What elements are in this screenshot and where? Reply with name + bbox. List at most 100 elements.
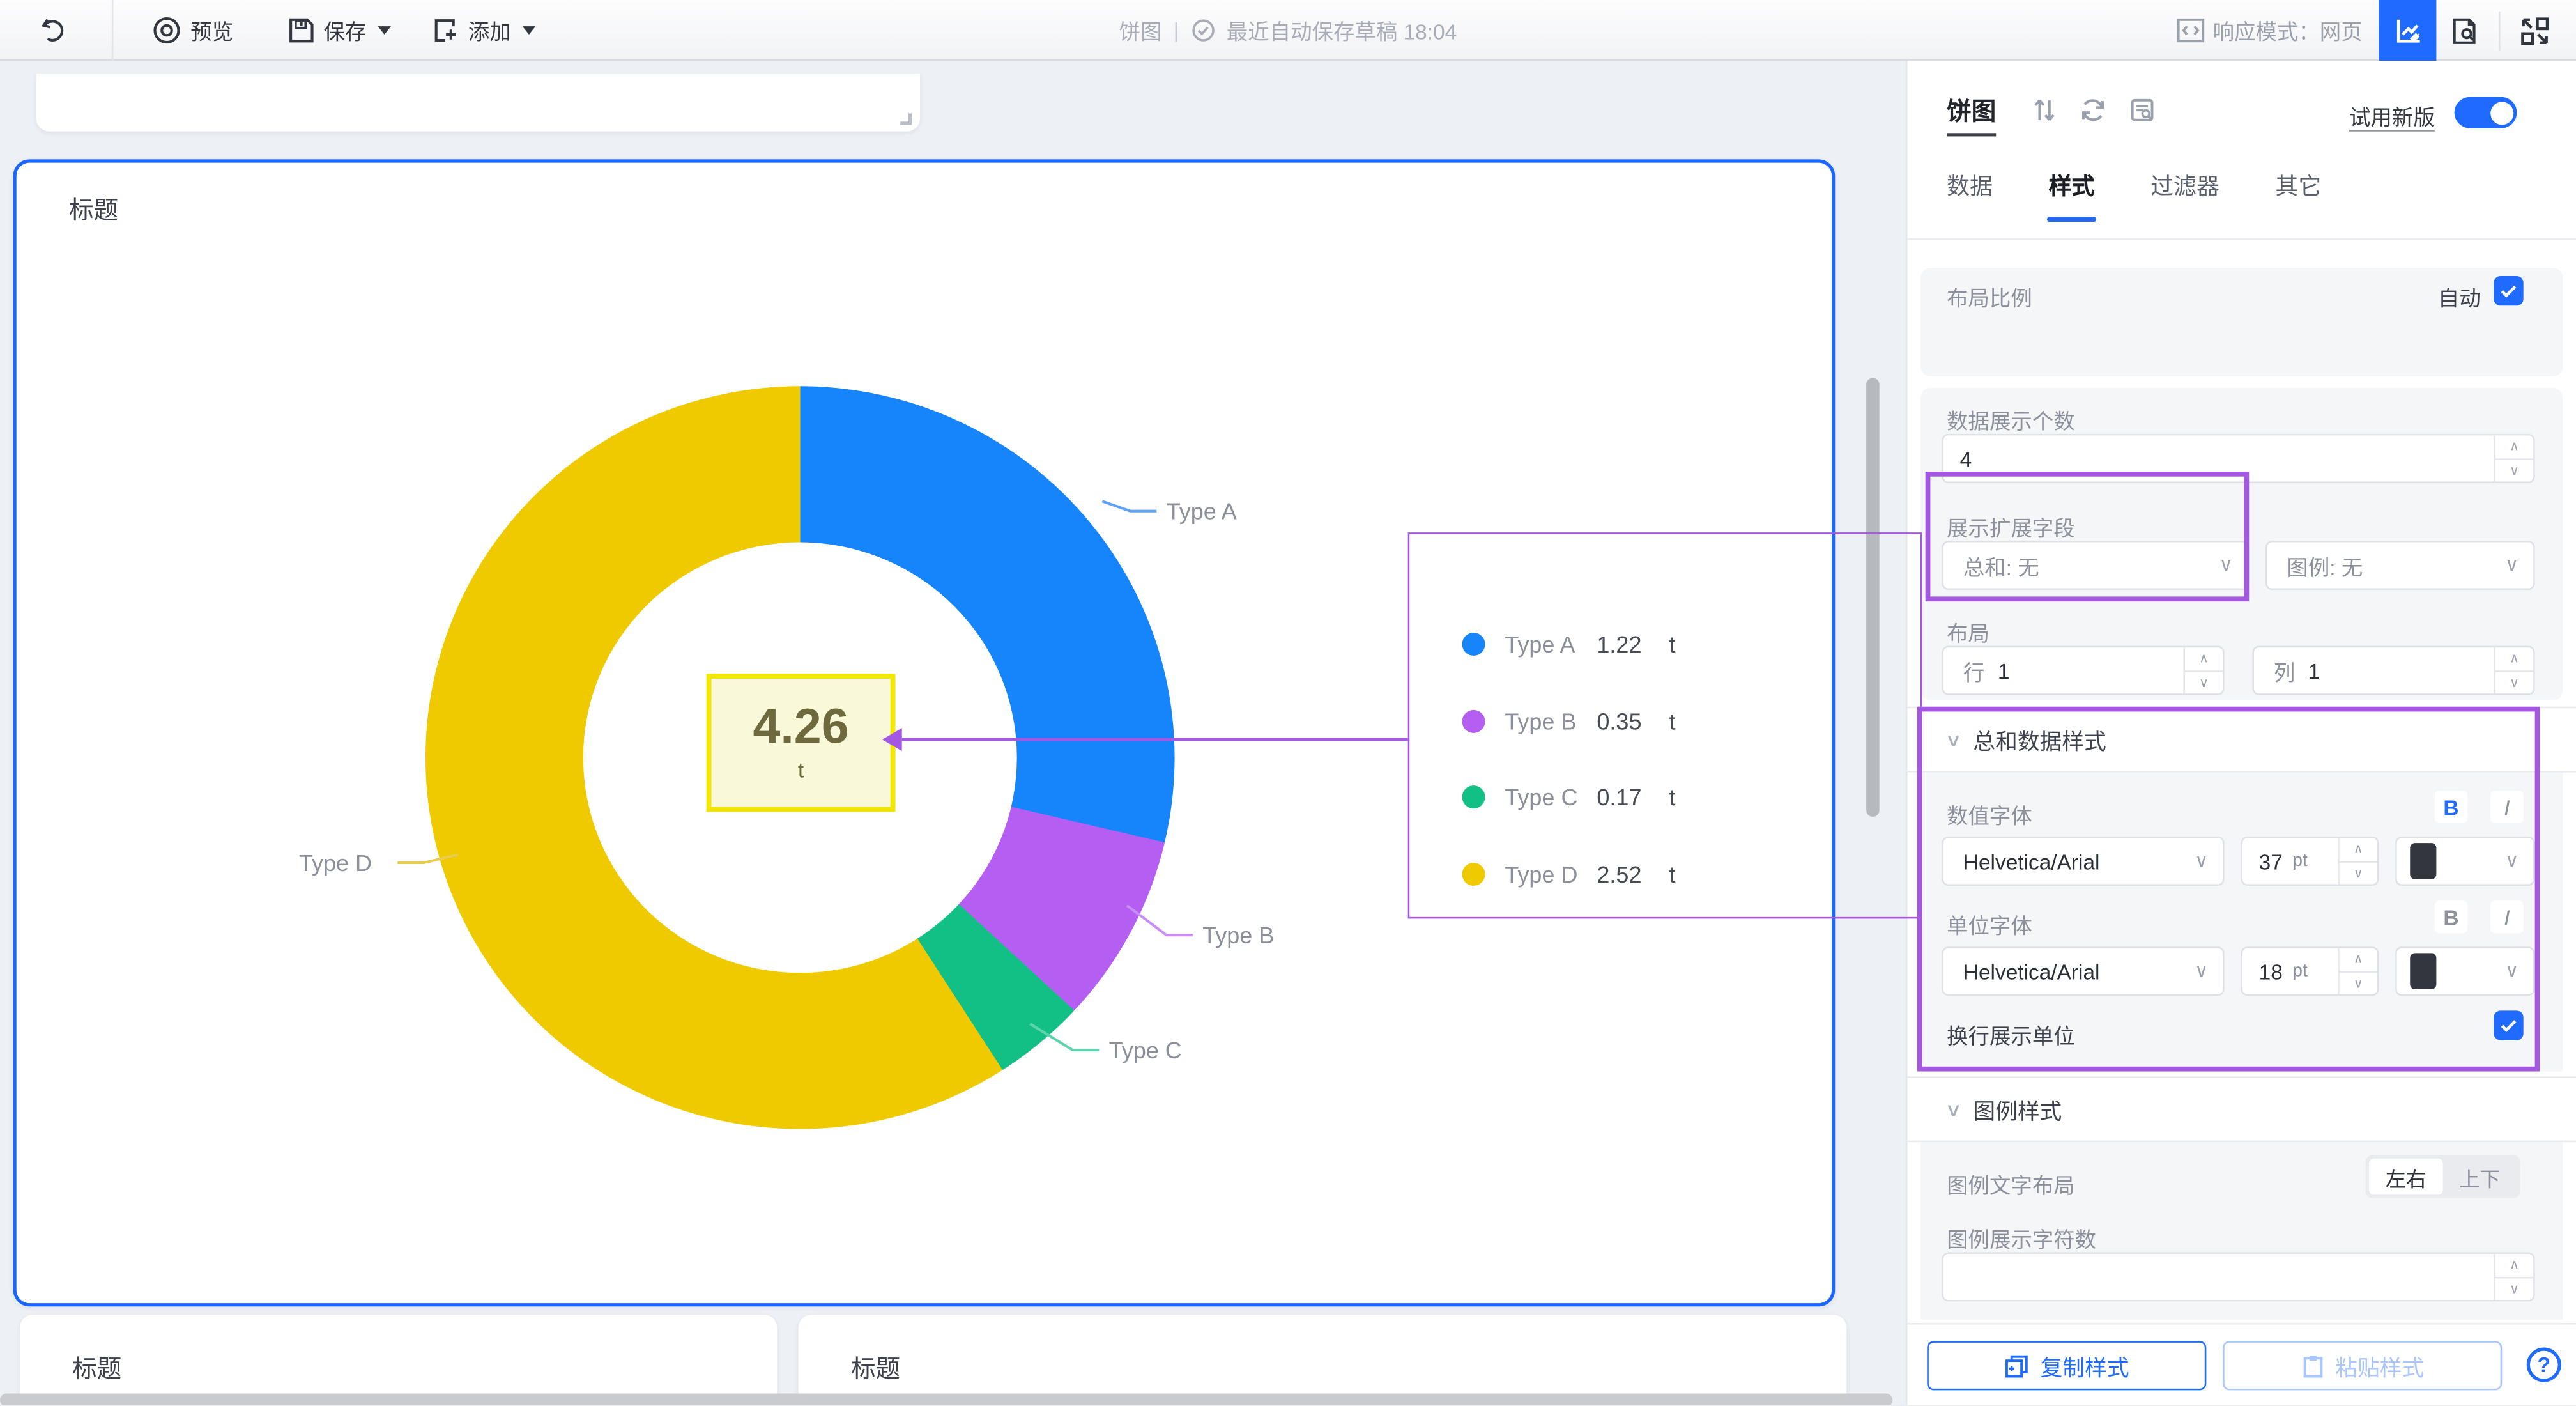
document-title: 饼图 — [1119, 15, 1162, 46]
wrap-unit-checkbox[interactable] — [2494, 1010, 2523, 1040]
legend-style-section-header[interactable]: ∨ 图例样式 — [1907, 1076, 2576, 1142]
value-font-size: 37 — [2259, 849, 2283, 874]
tab-filter[interactable]: 过滤器 — [2150, 169, 2220, 222]
tab-other[interactable]: 其它 — [2275, 169, 2321, 222]
chevron-down-icon: ∨ — [2195, 851, 2208, 872]
layout-lr-option[interactable]: 左右 — [2369, 1159, 2443, 1195]
value-font-size-input[interactable]: 37 pt ∧∨ — [2241, 837, 2379, 886]
legend-item[interactable]: Type B0.35t — [1462, 683, 1824, 759]
legend-dot-icon — [1462, 862, 1485, 885]
col-label: 列 — [2274, 655, 2295, 686]
unit-italic-button[interactable]: I — [2490, 900, 2523, 933]
chart-edit-icon — [2393, 15, 2422, 45]
tab-style[interactable]: 样式 — [2049, 169, 2095, 222]
page-preview-button[interactable] — [2436, 0, 2492, 61]
value-color-swatch — [2410, 843, 2436, 879]
sum-style-title: 总和数据样式 — [1973, 723, 2106, 755]
legend-item[interactable]: Type A1.22t — [1462, 606, 1824, 683]
top-toolbar: 预览 保存 添加 饼图 | 最近自动保存草稿 18:04 响应模式：网页 — [0, 0, 2576, 61]
refresh-icon[interactable] — [2080, 97, 2106, 123]
panel-title: 饼图 — [1947, 94, 1996, 137]
legend-field-dropdown[interactable]: 图例: 无 ∨ — [2266, 541, 2535, 590]
try-new-version-link[interactable]: 试用新版 — [2349, 100, 2435, 132]
horizontal-scrollbar[interactable] — [0, 1394, 1892, 1406]
legend-value: 1.22 — [1597, 631, 1669, 658]
collapse-chevron-icon: ∨ — [1945, 729, 1962, 750]
editor-canvas[interactable]: 标题 Type A Type B Type C Type D 4.26 t Ty… — [0, 61, 1906, 1405]
char-count-stepper[interactable]: ∧∨ — [2494, 1254, 2533, 1300]
unit-font-size-input[interactable]: 18 pt ∧∨ — [2241, 946, 2379, 996]
legend-value: 2.52 — [1597, 861, 1669, 887]
pie-chart-card[interactable]: 标题 Type A Type B Type C Type D 4.26 t Ty… — [13, 159, 1836, 1306]
paste-style-button[interactable]: 粘贴样式 — [2223, 1341, 2502, 1390]
unit-color-dropdown[interactable]: ∨ — [2395, 946, 2535, 996]
chart-legend: Type A1.22tType B0.35tType C0.17tType D2… — [1462, 606, 1824, 912]
legend-label: Type A — [1505, 631, 1597, 658]
layout-tb-option[interactable]: 上下 — [2443, 1159, 2517, 1195]
unit-font-dropdown[interactable]: Helvetica/Arial ∨ — [1942, 946, 2224, 996]
check-icon — [2499, 1016, 2518, 1035]
data-count-value: 4 — [1960, 446, 1972, 471]
pt-label: pt — [2292, 961, 2308, 981]
chart-edit-mode-button[interactable] — [2379, 0, 2436, 61]
legend-value: 0.35 — [1597, 708, 1669, 734]
legend-text-layout-segment: 左右 上下 — [2366, 1155, 2520, 1198]
legend-item[interactable]: Type C0.17t — [1462, 759, 1824, 836]
value-bold-button[interactable]: B — [2435, 791, 2467, 823]
bottom-card-1[interactable]: 标题 — [20, 1315, 777, 1405]
fullscreen-button[interactable] — [2507, 0, 2563, 61]
col-count-input[interactable]: 列 1 ∧∨ — [2252, 646, 2534, 695]
value-size-stepper[interactable]: ∧∨ — [2338, 838, 2377, 884]
legend-field-value: 图例: 无 — [2287, 550, 2363, 581]
value-font-dropdown[interactable]: Helvetica/Arial ∨ — [1942, 837, 2224, 886]
ext-fields-label: 展示扩展字段 — [1947, 511, 2075, 543]
data-count-stepper[interactable]: ∧∨ — [2494, 435, 2533, 481]
legend-char-count-input[interactable]: ∧∨ — [1942, 1252, 2534, 1301]
chevron-down-icon: ∨ — [2505, 851, 2518, 872]
value-italic-button[interactable]: I — [2490, 791, 2523, 823]
panel-footer: 复制样式 粘贴样式 ? — [1907, 1323, 2576, 1406]
chart-list-search-icon[interactable] — [2129, 97, 2156, 123]
copy-style-button[interactable]: 复制样式 — [1927, 1341, 2206, 1390]
data-count-input[interactable]: 4 ∧∨ — [1942, 434, 2534, 483]
help-button[interactable]: ? — [2527, 1348, 2561, 1382]
document-search-icon — [2450, 15, 2479, 45]
col-stepper[interactable]: ∧∨ — [2494, 647, 2533, 693]
value-color-dropdown[interactable]: ∨ — [2395, 837, 2535, 886]
legend-dot-icon — [1462, 786, 1485, 809]
response-mode[interactable]: 响应模式：网页 — [2177, 0, 2379, 61]
copy-style-label: 复制样式 — [2041, 1349, 2129, 1382]
row-count-input[interactable]: 行 1 ∧∨ — [1942, 646, 2224, 695]
legend-item[interactable]: Type D2.52t — [1462, 836, 1824, 913]
col-value: 1 — [2308, 658, 2320, 683]
legend-dot-icon — [1462, 633, 1485, 656]
auto-ratio-checkbox[interactable] — [2494, 276, 2523, 305]
check-icon — [2499, 281, 2518, 301]
data-count-label: 数据展示个数 — [1947, 405, 2075, 436]
sum-field-dropdown[interactable]: 总和: 无 ∨ — [1942, 541, 2249, 590]
sum-style-section-header[interactable]: ∨ 总和数据样式 — [1907, 707, 2576, 773]
unit-font-size: 18 — [2259, 959, 2283, 984]
unit-bold-button[interactable]: B — [2435, 900, 2467, 933]
layout-label: 布局 — [1947, 616, 1989, 647]
tab-data[interactable]: 数据 — [1947, 169, 1993, 222]
vertical-scrollbar[interactable] — [1866, 378, 1880, 817]
resize-handle-icon[interactable] — [900, 113, 912, 125]
slice-label-type-a: Type A — [1167, 498, 1237, 524]
total-value: 4.26 — [753, 704, 848, 753]
partial-card-above[interactable] — [36, 74, 920, 132]
app-window: 预览 保存 添加 饼图 | 最近自动保存草稿 18:04 响应模式：网页 — [0, 0, 2576, 1406]
legend-unit: t — [1669, 861, 1676, 887]
pt-label: pt — [2292, 851, 2308, 871]
value-font-label: 数值字体 — [1947, 799, 2032, 830]
swap-order-icon[interactable] — [2032, 97, 2057, 123]
row-stepper[interactable]: ∧∨ — [2183, 647, 2223, 693]
legend-style-title: 图例样式 — [1973, 1093, 2062, 1125]
row-label: 行 — [1963, 655, 1984, 686]
unit-font-name: Helvetica/Arial — [1963, 959, 2100, 984]
bottom-card-1-title: 标题 — [72, 1351, 121, 1386]
try-new-version-toggle[interactable] — [2455, 97, 2517, 128]
chevron-down-icon: ∨ — [2505, 555, 2518, 576]
unit-size-stepper[interactable]: ∧∨ — [2338, 948, 2377, 994]
bottom-card-2[interactable]: 标题 — [799, 1315, 1847, 1405]
